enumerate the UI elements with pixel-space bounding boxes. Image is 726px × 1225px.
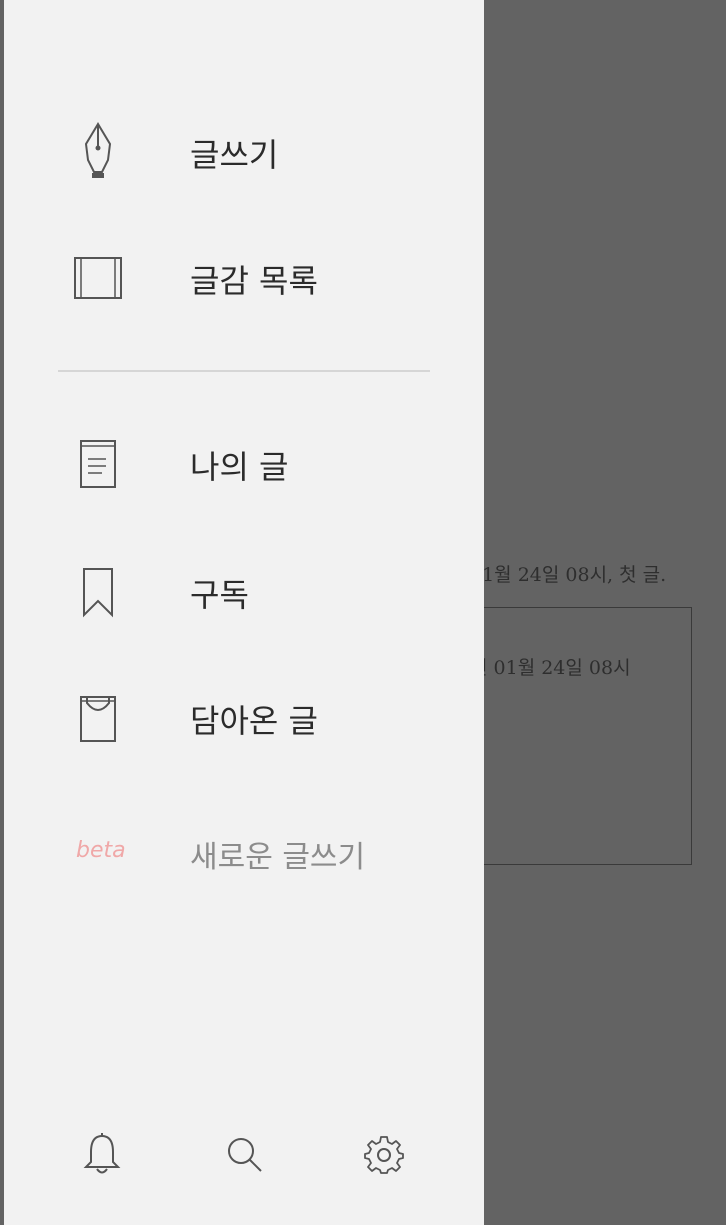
post-title-line: 01월 24일 08시, 첫 글.	[470, 564, 667, 586]
navigation-drawer: 글쓰기 글감 목록 나의 글 구독 담아온 글 beta 새로운 글쓰기	[4, 0, 484, 1225]
frame-icon	[70, 246, 126, 310]
menu-item-topic-list[interactable]: 글감 목록	[4, 234, 484, 324]
menu-item-label: 나의 글	[190, 448, 289, 486]
search-icon[interactable]	[220, 1130, 268, 1178]
beta-badge: beta	[76, 838, 126, 863]
post-card-date: 년 01월 24일 08시	[470, 657, 631, 679]
bell-icon[interactable]	[78, 1130, 126, 1178]
menu-item-label: 담아온 글	[190, 702, 318, 740]
menu-divider	[58, 370, 430, 372]
menu-item-label: 글쓰기	[190, 136, 279, 174]
menu-item-label: 구독	[190, 576, 249, 614]
gear-icon[interactable]	[360, 1130, 408, 1178]
pen-nib-icon	[70, 120, 126, 184]
menu-item-write[interactable]: 글쓰기	[4, 108, 484, 198]
menu-item-saved-posts[interactable]: 담아온 글	[4, 674, 484, 764]
bag-icon	[70, 686, 126, 750]
menu-item-subscriptions[interactable]: 구독	[4, 548, 484, 638]
menu-item-label: 새로운 글쓰기	[190, 840, 366, 875]
bookmark-icon	[70, 560, 126, 624]
menu-item-my-posts[interactable]: 나의 글	[4, 420, 484, 510]
menu-item-label: 글감 목록	[190, 262, 318, 300]
document-icon	[70, 432, 126, 496]
